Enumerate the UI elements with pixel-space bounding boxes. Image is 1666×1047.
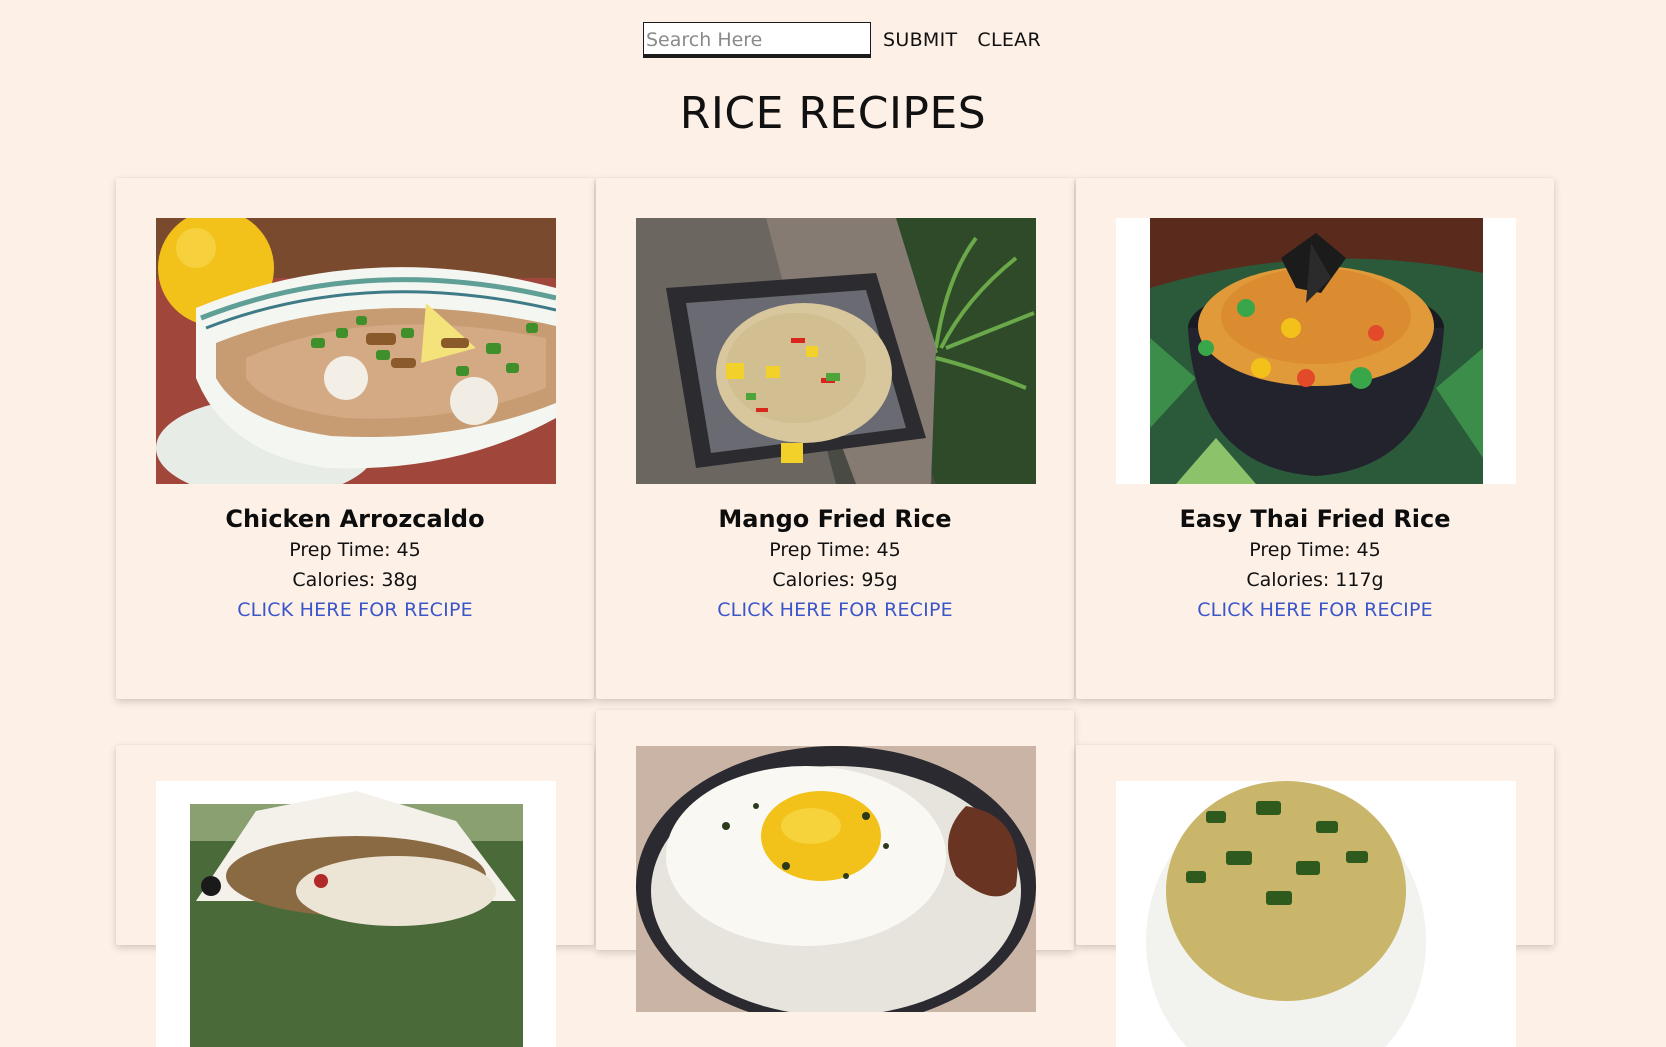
recipe-image[interactable]: [1116, 781, 1516, 1047]
prep-time: Prep Time: 45: [289, 539, 421, 561]
prep-time: Prep Time: 45: [1249, 539, 1381, 561]
calories: Calories: 117g: [1246, 569, 1384, 591]
recipe-link[interactable]: CLICK HERE FOR RECIPE: [237, 595, 473, 625]
recipe-image-mango-fried-rice[interactable]: [636, 218, 1036, 484]
recipe-card: Mango Fried Rice Prep Time: 45 Calories:…: [596, 178, 1074, 699]
recipe-title: Mango Fried Rice: [718, 505, 952, 533]
recipe-title: Chicken Arrozcaldo: [225, 505, 485, 533]
recipe-card-body: Chicken Arrozcaldo Prep Time: 45 Calorie…: [116, 503, 594, 625]
search-input[interactable]: [643, 22, 871, 58]
page-title: RICE RECIPES: [679, 88, 987, 139]
recipe-image[interactable]: [156, 781, 556, 1047]
prep-time: Prep Time: 45: [769, 539, 901, 561]
recipe-card: [596, 710, 1074, 1012]
recipe-card: [116, 745, 594, 1047]
recipe-link[interactable]: CLICK HERE FOR RECIPE: [717, 595, 953, 625]
recipe-card: Easy Thai Fried Rice Prep Time: 45 Calor…: [1076, 178, 1554, 699]
recipe-card: [1076, 745, 1554, 1047]
submit-button[interactable]: SUBMIT: [883, 29, 957, 51]
calories: Calories: 38g: [292, 569, 418, 591]
recipe-card-body: Easy Thai Fried Rice Prep Time: 45 Calor…: [1076, 503, 1554, 625]
recipe-image[interactable]: [636, 746, 1036, 1012]
calories: Calories: 95g: [772, 569, 898, 591]
recipe-image-thai-fried-rice[interactable]: [1116, 218, 1516, 484]
clear-button[interactable]: CLEAR: [977, 29, 1041, 51]
recipe-card: Chicken Arrozcaldo Prep Time: 45 Calorie…: [116, 178, 594, 699]
search-bar: SUBMIT CLEAR: [643, 22, 1041, 58]
recipe-card-body: Mango Fried Rice Prep Time: 45 Calories:…: [596, 503, 1074, 625]
recipe-link[interactable]: CLICK HERE FOR RECIPE: [1197, 595, 1433, 625]
recipe-image-arrozcaldo[interactable]: [156, 218, 556, 484]
recipe-title: Easy Thai Fried Rice: [1179, 505, 1451, 533]
